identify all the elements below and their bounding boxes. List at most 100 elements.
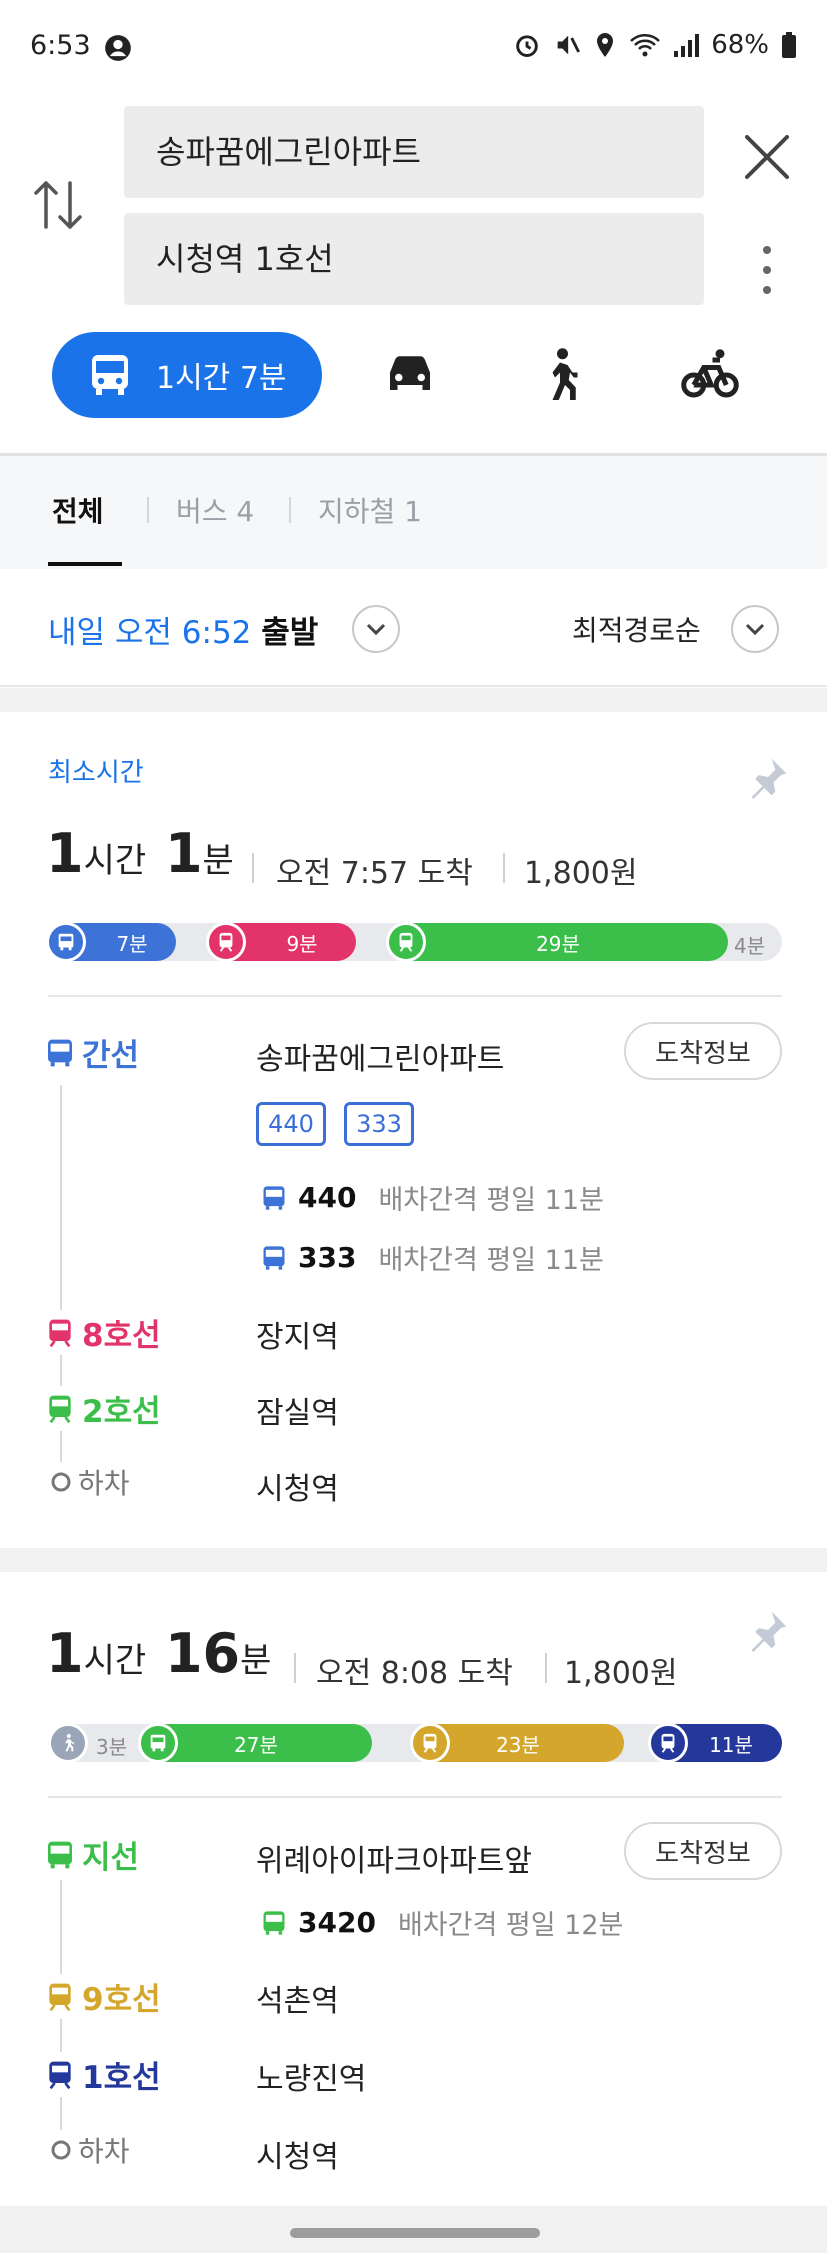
meta-separator: [545, 1653, 547, 1683]
tab-all[interactable]: 전체: [52, 490, 104, 530]
car-icon[interactable]: [380, 345, 440, 405]
divider: [48, 1796, 782, 1798]
bus-icon: [263, 1910, 285, 1935]
status-time: 6:53: [30, 30, 91, 61]
walk-icon[interactable]: [530, 345, 590, 405]
signal-icon: [674, 34, 700, 57]
subway-segment-icon: [648, 1723, 688, 1763]
train-icon: [399, 932, 413, 952]
bus-icon: [92, 355, 128, 395]
subway-segment-icon: [386, 922, 426, 962]
route-tag: 최소시간: [48, 758, 144, 788]
leg-line-label: 간선: [44, 1030, 140, 1075]
leg-stop-name[interactable]: 노량진역: [256, 2054, 366, 2098]
bus-icon: [263, 1185, 285, 1210]
bus-icon: [48, 1841, 72, 1868]
leg-stop-name[interactable]: 송파꿈에그린아파트: [256, 1034, 504, 1078]
alarm-icon: [516, 35, 538, 57]
pin-icon[interactable]: [746, 755, 790, 799]
chevron-down-icon: [745, 623, 765, 636]
leg-line-label: 1호선: [44, 2052, 161, 2097]
end-point-icon: [51, 1472, 71, 1492]
section-gap: [0, 1548, 827, 1572]
train-icon: [661, 1733, 675, 1753]
departure-suffix: 출발: [261, 615, 319, 651]
bus-number-chip[interactable]: 440: [256, 1102, 326, 1146]
arrival-info-button[interactable]: 도착정보: [624, 1822, 782, 1880]
route-duration: 1시간 1분: [46, 822, 234, 885]
section-gap: [0, 688, 827, 712]
home-indicator[interactable]: [290, 2228, 540, 2238]
leg-stop-name[interactable]: 석촌역: [256, 1976, 339, 2020]
bus-icon: [48, 1039, 72, 1066]
bus-segment-icon: [138, 1723, 178, 1763]
chevron-down-icon: [366, 623, 386, 636]
transit-duration: 1시간 7분: [156, 361, 287, 396]
bus-interval-row: 333 배차간격 평일 11분: [260, 1238, 604, 1277]
divider: [0, 685, 827, 687]
leg-stop-name[interactable]: 장지역: [256, 1312, 339, 1356]
destination-field[interactable]: 시청역 1호선: [124, 213, 704, 305]
subway-segment-icon: [410, 1723, 450, 1763]
segment-walk: 3분: [96, 1735, 128, 1759]
battery-icon: [782, 32, 796, 58]
tab-bus[interactable]: 버스 4: [176, 490, 254, 530]
bus-icon: [150, 1734, 166, 1752]
tab-separator: [147, 497, 149, 523]
arrival-info-button[interactable]: 도착정보: [624, 1022, 782, 1080]
bus-icon: [58, 933, 74, 951]
divider: [48, 995, 782, 997]
sort-label[interactable]: 최적경로순: [572, 609, 701, 649]
origin-field[interactable]: 송파꿈에그린아파트: [124, 106, 704, 198]
active-tab-indicator: [48, 562, 122, 566]
pin-icon[interactable]: [746, 1608, 790, 1652]
leg-stop-name[interactable]: 시청역: [256, 1464, 339, 1508]
fare: 1,800원: [524, 856, 638, 891]
leg-line-label: 하차: [50, 1462, 130, 1502]
arrival-time: 오전 8:08 도착: [316, 1656, 513, 1691]
battery-percent: 68%: [711, 30, 769, 60]
vibrate-mute-icon: [557, 35, 581, 55]
bus-interval-row: 3420 배차간격 평일 12분: [260, 1903, 623, 1942]
meta-separator: [294, 1653, 296, 1683]
route-connector-line: [60, 1880, 62, 2160]
leg-stop-name[interactable]: 위례아이파크아파트앞: [256, 1836, 532, 1880]
mode-transit-button[interactable]: 1시간 7분: [52, 332, 322, 418]
leg-line-label: 8호선: [44, 1310, 161, 1355]
end-point-icon: [51, 2140, 71, 2160]
bicycle-icon[interactable]: [680, 345, 740, 405]
departure-time: 내일 오전 6:52: [48, 615, 252, 651]
bus-segment-icon: [46, 922, 86, 962]
leg-stop-name[interactable]: 잠실역: [256, 1388, 339, 1432]
segment-line2: 29분: [388, 923, 728, 961]
tab-subway[interactable]: 지하철 1: [318, 490, 422, 530]
train-icon: [423, 1733, 437, 1753]
leg-stop-name[interactable]: 시청역: [256, 2132, 339, 2176]
route-duration: 1시간 16분: [46, 1622, 272, 1685]
departure-time-selector[interactable]: 내일 오전 6:52 출발: [48, 607, 318, 652]
leg-line-label: 지선: [44, 1832, 140, 1877]
location-icon: [597, 33, 614, 57]
subway-segment-icon: [206, 922, 246, 962]
train-icon: [49, 1983, 71, 2011]
close-icon[interactable]: [742, 132, 792, 182]
train-icon: [49, 2061, 71, 2089]
swap-icon[interactable]: [30, 175, 86, 235]
train-icon: [49, 1319, 71, 1347]
meta-separator: [252, 853, 254, 883]
sort-dropdown[interactable]: [731, 605, 779, 653]
train-icon: [219, 932, 233, 952]
account-icon: [105, 35, 131, 61]
walk-segment-icon: [48, 1723, 88, 1763]
bus-interval-row: 440 배차간격 평일 11분: [260, 1178, 604, 1217]
more-options-icon[interactable]: [755, 244, 779, 296]
leg-line-label: 9호선: [44, 1974, 161, 2019]
segment-walk: 4분: [734, 934, 766, 958]
bus-number-chip[interactable]: 333: [344, 1102, 414, 1146]
arrival-time: 오전 7:57 도착: [276, 856, 473, 891]
wifi-icon: [630, 34, 661, 57]
departure-dropdown[interactable]: [352, 605, 400, 653]
train-icon: [49, 1395, 71, 1423]
walk-icon: [65, 1733, 74, 1752]
bus-icon: [263, 1245, 285, 1270]
